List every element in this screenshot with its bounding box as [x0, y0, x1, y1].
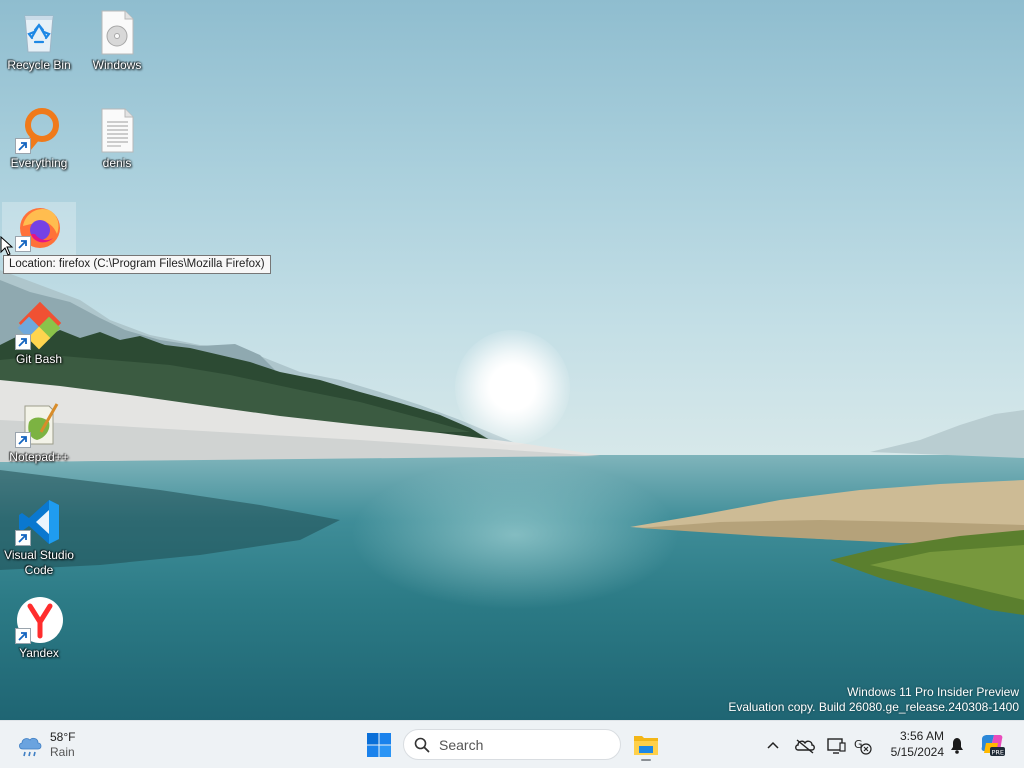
watermark-line1: Windows 11 Pro Insider Preview [847, 685, 1019, 699]
shortcut-arrow-icon [15, 138, 31, 154]
shortcut-arrow-icon [15, 432, 31, 448]
git-bash-icon [15, 301, 63, 350]
copilot-button[interactable]: PRE [978, 731, 1006, 759]
text-file-icon [93, 106, 141, 154]
clock-time: 3:56 AM [899, 729, 944, 743]
desktop-icon-label-line2: Code [24, 563, 54, 577]
desktop-icon-label: Recycle Bin [7, 58, 71, 72]
display-button[interactable] [824, 731, 848, 759]
disc-file-icon [93, 8, 141, 56]
desktop-icon-git-bash[interactable]: Git Bash [1, 301, 77, 367]
shortcut-arrow-icon [15, 530, 31, 546]
language-icon: G [854, 738, 872, 755]
desktop-icon-label: Yandex [19, 646, 59, 660]
desktop-icon-yandex[interactable]: Yandex [1, 596, 77, 661]
onedrive-offline-icon [795, 739, 815, 754]
yandex-icon [15, 596, 63, 644]
weather-temp: 58°F [50, 730, 76, 744]
chevron-up-icon [767, 741, 779, 749]
onedrive-status-button[interactable] [793, 731, 817, 759]
weather-text: 58°F Rain [50, 730, 75, 760]
clock-date: 5/15/2024 [890, 745, 944, 759]
svg-text:PRE: PRE [992, 749, 1005, 757]
evaluation-watermark: Windows 11 Pro Insider Preview Evaluatio… [728, 685, 1019, 715]
search-icon [414, 737, 430, 753]
desktop-icon-label: Visual Studio Code [1, 548, 77, 578]
taskbar-search-box[interactable]: Search [403, 729, 621, 760]
desktop-icon-label: Notepad++ [9, 450, 69, 464]
notepadpp-icon [15, 400, 63, 448]
desktop-icon-denis[interactable]: denis [79, 106, 155, 171]
desktop-icon-label: Git Bash [15, 352, 63, 366]
desktop-icon-recycle-bin[interactable]: Recycle Bin [1, 8, 77, 73]
shortcut-arrow-icon [15, 236, 31, 252]
running-indicator [641, 759, 651, 761]
desktop-icon-label: Windows [92, 58, 142, 72]
search-placeholder: Search [439, 737, 484, 753]
bell-icon [951, 738, 963, 754]
recycle-bin-icon [15, 8, 63, 56]
windows-logo-icon [367, 733, 391, 757]
firefox-location-tooltip: Location: firefox (C:\Program Files\Mozi… [3, 255, 271, 274]
copilot-pre-icon: PRE [981, 735, 1005, 757]
desktop-icon-label-line1: Visual Studio [4, 548, 74, 562]
rain-cloud-icon [19, 737, 42, 757]
shortcut-arrow-icon [15, 334, 31, 350]
desktop-icon-vscode[interactable]: Visual Studio Code [1, 498, 77, 578]
desktop[interactable]: Recycle Bin Windows Everything denis Loc… [0, 0, 1024, 720]
folder-icon [634, 736, 658, 755]
everything-search-icon [15, 106, 63, 154]
mouse-cursor-icon [0, 236, 14, 256]
desktop-icon-notepadpp[interactable]: Notepad++ [1, 400, 77, 465]
display-icon [827, 738, 846, 754]
vscode-icon [15, 498, 63, 546]
desktop-icon-windows[interactable]: Windows [79, 8, 155, 73]
start-button[interactable] [363, 729, 395, 761]
taskbar: 58°F Rain Search G 3:56 AM 5/15/2024 PRE [0, 720, 1024, 768]
file-explorer-button[interactable] [630, 729, 662, 761]
firefox-icon [15, 204, 63, 252]
desktop-icon-label: Everything [10, 156, 68, 170]
watermark-line2: Evaluation copy. Build 26080.ge_release.… [728, 700, 1019, 714]
clock[interactable]: 3:56 AM 5/15/2024 [880, 728, 944, 760]
desktop-icon-everything[interactable]: Everything [1, 106, 77, 171]
weather-condition: Rain [50, 745, 75, 759]
notifications-button[interactable] [945, 731, 969, 759]
shortcut-arrow-icon [15, 628, 31, 644]
show-hidden-icons-button[interactable] [761, 731, 785, 759]
desktop-icon-label: denis [102, 156, 132, 170]
wallpaper-sun [455, 330, 570, 445]
input-indicator-button[interactable]: G [851, 731, 875, 759]
